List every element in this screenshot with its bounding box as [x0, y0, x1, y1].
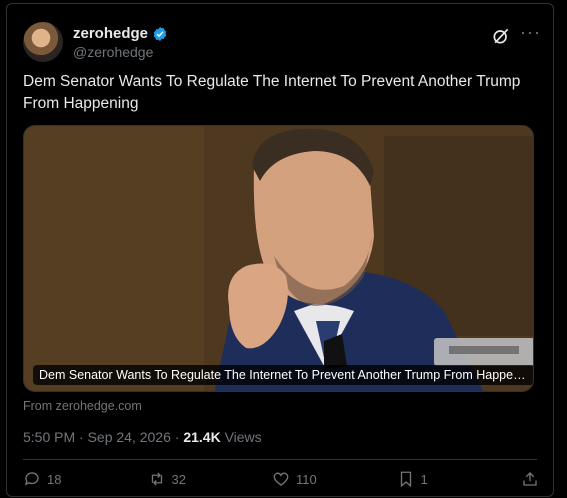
like-icon: [273, 472, 289, 486]
share-icon: [523, 472, 537, 486]
reply-count: 18: [47, 471, 62, 487]
reply-icon: [24, 472, 39, 486]
bookmark-icon: [400, 471, 411, 488]
divider: [23, 459, 537, 460]
repost-icon: [151, 472, 162, 486]
avatar[interactable]: [23, 22, 63, 62]
repost-count: 32: [171, 471, 186, 487]
tweet-card: zerohedge @zerohedge ··· Dem Senator Wan…: [6, 3, 554, 497]
senator-photo: [24, 126, 533, 391]
repost-button[interactable]: 32: [148, 470, 260, 488]
author-handle[interactable]: @zerohedge: [73, 44, 153, 60]
like-button[interactable]: 110: [272, 470, 384, 488]
link-source[interactable]: From zerohedge.com: [23, 399, 142, 413]
bookmark-button[interactable]: 1: [397, 470, 509, 488]
reply-button[interactable]: 18: [23, 470, 135, 488]
tweet-media[interactable]: Dem Senator Wants To Regulate The Intern…: [23, 125, 534, 392]
tweet-text: Dem Senator Wants To Regulate The Intern…: [23, 73, 521, 112]
verified-icon: [153, 26, 167, 41]
grok-icon[interactable]: [491, 26, 511, 46]
bookmark-count: 1: [420, 471, 428, 487]
author-name-row: zerohedge: [73, 25, 168, 42]
views-count: 21.4K: [183, 429, 221, 445]
author-display-name[interactable]: zerohedge: [73, 25, 148, 42]
share-button[interactable]: [521, 470, 539, 488]
timestamp[interactable]: 5:50 PM · Sep 24, 2026 ·: [23, 429, 183, 445]
media-caption: Dem Senator Wants To Regulate The Intern…: [33, 365, 533, 385]
views-label: Views: [220, 429, 262, 445]
tweet-meta: 5:50 PM · Sep 24, 2026 · 21.4K Views: [23, 429, 262, 445]
like-count: 110: [296, 471, 317, 487]
more-icon[interactable]: ···: [520, 22, 541, 43]
action-bar: 18 32 110 1: [23, 470, 539, 488]
